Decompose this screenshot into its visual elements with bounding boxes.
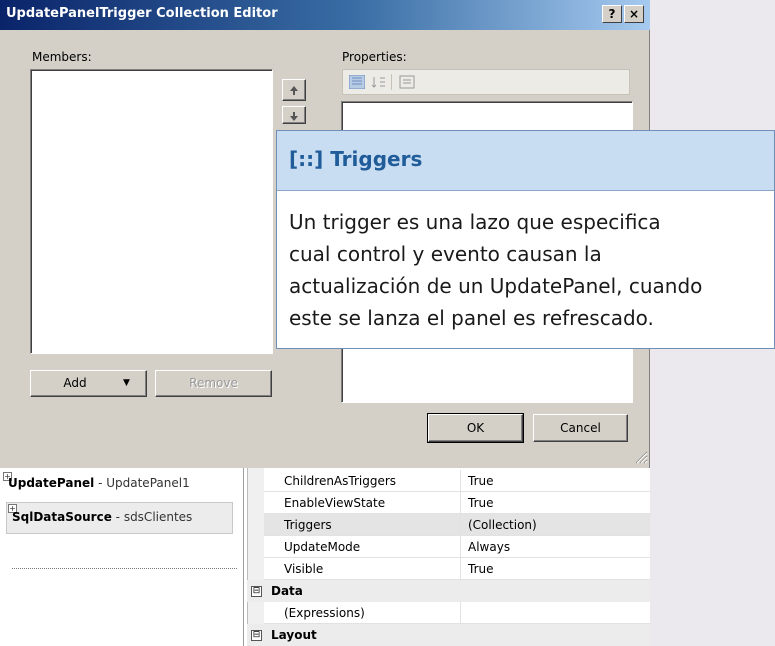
component-type: UpdatePanel [8,476,95,490]
tooltip-body: Un trigger es una lazo que especifica cu… [289,206,769,334]
property-row[interactable]: UpdateMode Always [264,536,650,558]
tooltip-line: actualización de un UpdatePanel, cuando [289,274,703,298]
categorized-icon[interactable] [349,75,365,89]
members-label: Members: [32,50,92,64]
move-down-button[interactable] [282,106,306,124]
tooltip-line: cual control y evento causan la [289,242,602,266]
tray-divider [12,568,237,569]
properties-label: Properties: [342,50,407,64]
ok-button[interactable]: OK [427,413,524,443]
triggers-tooltip: [::] Triggers Un trigger es una lazo que… [276,130,775,349]
arrow-up-icon [290,86,298,95]
property-pages-icon[interactable] [399,75,415,89]
property-toolbar [342,69,630,95]
properties-window: ChildrenAsTriggers True EnableViewState … [247,468,650,646]
property-row[interactable]: (Expressions) [264,602,650,624]
cancel-button[interactable]: Cancel [533,414,628,442]
property-row[interactable]: Visible True [264,558,650,580]
members-list[interactable] [30,69,273,354]
component-updatepanel[interactable]: UpdatePanel - UpdatePanel1 [8,476,190,490]
component-id: sdsClientes [123,510,193,524]
help-button[interactable]: ? [602,5,622,23]
collapse-icon[interactable]: ⊟ [251,630,262,641]
close-button[interactable]: × [624,5,644,23]
tooltip-line: este se lanza el panel es refrescado. [289,306,654,330]
arrow-down-icon [290,112,298,121]
tooltip-title: [::] Triggers [289,147,423,171]
resize-grip-icon[interactable] [632,448,648,464]
property-row[interactable]: EnableViewState True [264,492,650,514]
dialog-title: UpdatePanelTrigger Collection Editor [6,6,278,21]
category-layout[interactable]: ⊟ Layout [247,624,650,646]
remove-button[interactable]: Remove [155,370,272,397]
dialog-titlebar: UpdatePanelTrigger Collection Editor ? × [0,0,650,30]
tooltip-line: Un trigger es una lazo que especifica [289,210,661,234]
component-sqldatasource[interactable]: SqlDataSource - sdsClientes [12,510,192,524]
move-up-button[interactable] [282,79,306,101]
component-tray: + UpdatePanel - UpdatePanel1 + SqlDataSo… [0,468,244,646]
add-button[interactable]: Add ▼ [30,370,147,397]
alphabetical-icon[interactable] [371,75,387,89]
component-id: UpdatePanel1 [106,476,190,490]
dropdown-arrow-icon[interactable]: ▼ [123,371,130,396]
category-data[interactable]: ⊟ Data [247,580,650,602]
add-button-label: Add [63,376,87,390]
component-type: SqlDataSource [12,510,112,524]
ide-background: + UpdatePanel - UpdatePanel1 + SqlDataSo… [0,468,650,646]
property-row-selected[interactable]: Triggers (Collection) [264,514,650,536]
property-row[interactable]: ChildrenAsTriggers True [264,470,650,492]
property-grid-margin [247,468,264,646]
collapse-icon[interactable]: ⊟ [251,586,262,597]
